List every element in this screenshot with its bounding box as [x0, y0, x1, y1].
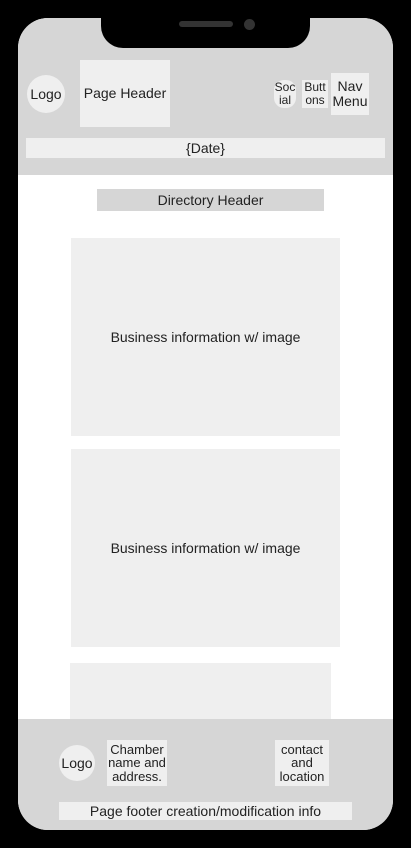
social-buttons[interactable]: Social — [274, 80, 296, 108]
footer-logo-label: Logo — [61, 754, 93, 771]
business-card[interactable] — [70, 663, 331, 719]
footer-creation-info: Page footer creation/modification info — [59, 802, 352, 820]
header-logo-label: Logo — [30, 85, 62, 102]
date-label: {Date} — [186, 139, 225, 156]
speaker-icon — [179, 21, 233, 27]
creation-info-label: Page footer creation/modification info — [89, 802, 322, 819]
directory-main: Directory Header Business information w/… — [18, 175, 393, 719]
page-header-title: Page Header — [80, 60, 170, 127]
page-header-label: Page Header — [83, 85, 167, 102]
directory-header: Directory Header — [97, 189, 324, 211]
nav-menu-button[interactable]: Nav Menu — [331, 73, 369, 115]
header-buttons[interactable]: Buttons — [302, 80, 328, 108]
business-card[interactable]: Business information w/ image — [71, 238, 340, 436]
chamber-label: Chamber name and address. — [108, 741, 166, 784]
header-logo[interactable]: Logo — [27, 75, 65, 113]
contact-location[interactable]: contact and location — [275, 740, 329, 786]
contact-label: contact and location — [279, 741, 325, 784]
chamber-info: Chamber name and address. — [107, 740, 167, 786]
business-card-label: Business information w/ image — [110, 329, 301, 345]
nav-menu-label: Nav Menu — [332, 78, 368, 109]
date-bar: {Date} — [26, 138, 385, 158]
business-card[interactable]: Business information w/ image — [71, 449, 340, 647]
directory-header-label: Directory Header — [157, 192, 264, 208]
business-card-label: Business information w/ image — [110, 540, 301, 556]
social-label: Social — [274, 80, 296, 107]
phone-notch — [101, 18, 310, 48]
page-footer: Logo Chamber name and address. contact a… — [18, 719, 393, 830]
footer-logo[interactable]: Logo — [59, 745, 95, 781]
camera-icon — [244, 19, 255, 30]
phone-frame: Logo Page Header Social Buttons Nav Menu… — [18, 18, 393, 830]
buttons-label: Buttons — [304, 80, 326, 107]
